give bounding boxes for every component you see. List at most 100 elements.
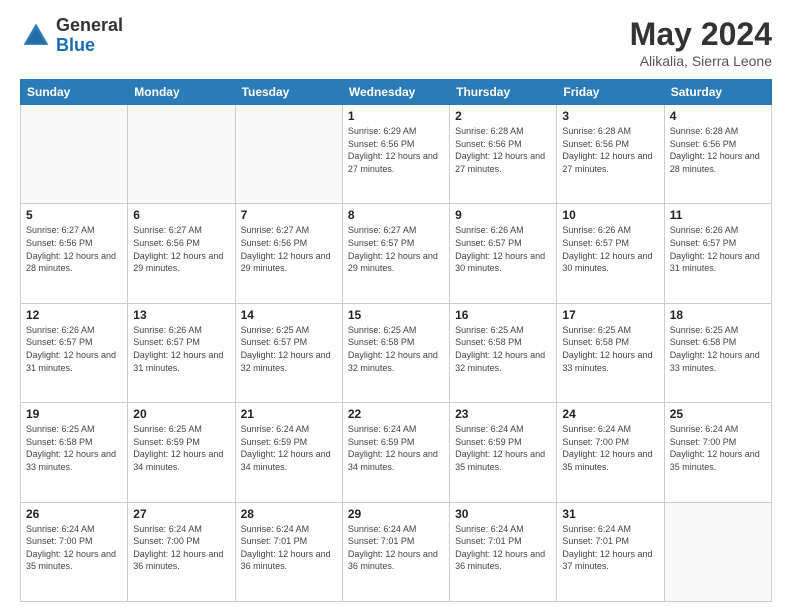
calendar-cell: 20 Sunrise: 6:25 AM Sunset: 6:59 PM Dayli… <box>128 403 235 502</box>
day-number: 31 <box>562 507 658 521</box>
day-number: 12 <box>26 308 122 322</box>
day-info: Sunrise: 6:26 AM Sunset: 6:57 PM Dayligh… <box>133 324 229 374</box>
week-row-5: 26 Sunrise: 6:24 AM Sunset: 7:00 PM Dayli… <box>21 502 772 601</box>
day-number: 13 <box>133 308 229 322</box>
col-saturday: Saturday <box>664 80 771 105</box>
calendar-cell: 24 Sunrise: 6:24 AM Sunset: 7:00 PM Dayli… <box>557 403 664 502</box>
logo-blue-text: Blue <box>56 36 123 56</box>
title-block: May 2024 Alikalia, Sierra Leone <box>630 16 772 69</box>
calendar-cell: 13 Sunrise: 6:26 AM Sunset: 6:57 PM Dayli… <box>128 303 235 402</box>
calendar: Sunday Monday Tuesday Wednesday Thursday… <box>20 79 772 602</box>
calendar-body: 1 Sunrise: 6:29 AM Sunset: 6:56 PM Daylig… <box>21 105 772 602</box>
col-sunday: Sunday <box>21 80 128 105</box>
week-row-2: 5 Sunrise: 6:27 AM Sunset: 6:56 PM Daylig… <box>21 204 772 303</box>
calendar-cell: 30 Sunrise: 6:24 AM Sunset: 7:01 PM Dayli… <box>450 502 557 601</box>
calendar-cell <box>21 105 128 204</box>
day-info: Sunrise: 6:28 AM Sunset: 6:56 PM Dayligh… <box>562 125 658 175</box>
header-row: Sunday Monday Tuesday Wednesday Thursday… <box>21 80 772 105</box>
day-number: 22 <box>348 407 444 421</box>
day-number: 5 <box>26 208 122 222</box>
day-info: Sunrise: 6:25 AM Sunset: 6:58 PM Dayligh… <box>455 324 551 374</box>
day-number: 6 <box>133 208 229 222</box>
calendar-cell: 3 Sunrise: 6:28 AM Sunset: 6:56 PM Daylig… <box>557 105 664 204</box>
col-tuesday: Tuesday <box>235 80 342 105</box>
day-info: Sunrise: 6:27 AM Sunset: 6:56 PM Dayligh… <box>133 224 229 274</box>
day-number: 15 <box>348 308 444 322</box>
calendar-cell: 21 Sunrise: 6:24 AM Sunset: 6:59 PM Dayli… <box>235 403 342 502</box>
day-info: Sunrise: 6:24 AM Sunset: 7:01 PM Dayligh… <box>241 523 337 573</box>
calendar-cell: 27 Sunrise: 6:24 AM Sunset: 7:00 PM Dayli… <box>128 502 235 601</box>
day-info: Sunrise: 6:27 AM Sunset: 6:56 PM Dayligh… <box>26 224 122 274</box>
calendar-cell: 19Sunrise: 6:25 AM Sunset: 6:58 PM Dayli… <box>21 403 128 502</box>
logo: General Blue <box>20 16 123 56</box>
day-info: Sunrise: 6:24 AM Sunset: 7:00 PM Dayligh… <box>133 523 229 573</box>
calendar-cell: 25Sunrise: 6:24 AM Sunset: 7:00 PM Dayli… <box>664 403 771 502</box>
calendar-cell: 23 Sunrise: 6:24 AM Sunset: 6:59 PM Dayli… <box>450 403 557 502</box>
day-info: Sunrise: 6:24 AM Sunset: 7:01 PM Dayligh… <box>348 523 444 573</box>
day-number: 3 <box>562 109 658 123</box>
main-title: May 2024 <box>630 16 772 53</box>
day-info: Sunrise: 6:27 AM Sunset: 6:57 PM Dayligh… <box>348 224 444 274</box>
day-number: 29 <box>348 507 444 521</box>
calendar-cell: 5 Sunrise: 6:27 AM Sunset: 6:56 PM Daylig… <box>21 204 128 303</box>
day-info: Sunrise: 6:28 AM Sunset: 6:56 PM Dayligh… <box>670 125 766 175</box>
day-number: 10 <box>562 208 658 222</box>
day-info: Sunrise: 6:25 AM Sunset: 6:58 PM Dayligh… <box>562 324 658 374</box>
day-number: 21 <box>241 407 337 421</box>
day-number: 27 <box>133 507 229 521</box>
day-info: Sunrise: 6:26 AM Sunset: 6:57 PM Dayligh… <box>670 224 766 274</box>
col-monday: Monday <box>128 80 235 105</box>
day-info: Sunrise: 6:24 AM Sunset: 7:01 PM Dayligh… <box>455 523 551 573</box>
calendar-cell: 17Sunrise: 6:25 AM Sunset: 6:58 PM Dayli… <box>557 303 664 402</box>
day-number: 14 <box>241 308 337 322</box>
calendar-cell: 9Sunrise: 6:26 AM Sunset: 6:57 PM Daylig… <box>450 204 557 303</box>
day-number: 11 <box>670 208 766 222</box>
day-number: 18 <box>670 308 766 322</box>
day-number: 7 <box>241 208 337 222</box>
day-number: 23 <box>455 407 551 421</box>
col-friday: Friday <box>557 80 664 105</box>
calendar-cell: 8 Sunrise: 6:27 AM Sunset: 6:57 PM Daylig… <box>342 204 449 303</box>
calendar-cell: 7 Sunrise: 6:27 AM Sunset: 6:56 PM Daylig… <box>235 204 342 303</box>
day-number: 20 <box>133 407 229 421</box>
day-info: Sunrise: 6:25 AM Sunset: 6:58 PM Dayligh… <box>670 324 766 374</box>
calendar-cell: 29 Sunrise: 6:24 AM Sunset: 7:01 PM Dayli… <box>342 502 449 601</box>
calendar-cell: 2Sunrise: 6:28 AM Sunset: 6:56 PM Daylig… <box>450 105 557 204</box>
day-number: 2 <box>455 109 551 123</box>
page: General Blue May 2024 Alikalia, Sierra L… <box>0 0 792 612</box>
day-number: 24 <box>562 407 658 421</box>
day-info: Sunrise: 6:26 AM Sunset: 6:57 PM Dayligh… <box>26 324 122 374</box>
day-info: Sunrise: 6:26 AM Sunset: 6:57 PM Dayligh… <box>455 224 551 274</box>
day-info: Sunrise: 6:24 AM Sunset: 7:00 PM Dayligh… <box>562 423 658 473</box>
day-info: Sunrise: 6:24 AM Sunset: 6:59 PM Dayligh… <box>455 423 551 473</box>
subtitle: Alikalia, Sierra Leone <box>630 53 772 69</box>
day-info: Sunrise: 6:27 AM Sunset: 6:56 PM Dayligh… <box>241 224 337 274</box>
day-number: 25 <box>670 407 766 421</box>
day-info: Sunrise: 6:29 AM Sunset: 6:56 PM Dayligh… <box>348 125 444 175</box>
logo-general: General <box>56 16 123 36</box>
day-number: 19 <box>26 407 122 421</box>
logo-text: General Blue <box>56 16 123 56</box>
calendar-cell: 14 Sunrise: 6:25 AM Sunset: 6:57 PM Dayli… <box>235 303 342 402</box>
day-info: Sunrise: 6:25 AM Sunset: 6:59 PM Dayligh… <box>133 423 229 473</box>
calendar-cell <box>235 105 342 204</box>
day-info: Sunrise: 6:25 AM Sunset: 6:57 PM Dayligh… <box>241 324 337 374</box>
day-number: 8 <box>348 208 444 222</box>
day-info: Sunrise: 6:24 AM Sunset: 6:59 PM Dayligh… <box>241 423 337 473</box>
calendar-cell: 31Sunrise: 6:24 AM Sunset: 7:01 PM Dayli… <box>557 502 664 601</box>
week-row-3: 12 Sunrise: 6:26 AM Sunset: 6:57 PM Dayli… <box>21 303 772 402</box>
day-number: 16 <box>455 308 551 322</box>
calendar-cell: 26 Sunrise: 6:24 AM Sunset: 7:00 PM Dayli… <box>21 502 128 601</box>
day-info: Sunrise: 6:24 AM Sunset: 7:00 PM Dayligh… <box>26 523 122 573</box>
day-number: 1 <box>348 109 444 123</box>
day-info: Sunrise: 6:24 AM Sunset: 6:59 PM Dayligh… <box>348 423 444 473</box>
day-info: Sunrise: 6:25 AM Sunset: 6:58 PM Dayligh… <box>348 324 444 374</box>
col-thursday: Thursday <box>450 80 557 105</box>
day-number: 30 <box>455 507 551 521</box>
col-wednesday: Wednesday <box>342 80 449 105</box>
calendar-cell: 16 Sunrise: 6:25 AM Sunset: 6:58 PM Dayli… <box>450 303 557 402</box>
week-row-1: 1 Sunrise: 6:29 AM Sunset: 6:56 PM Daylig… <box>21 105 772 204</box>
day-number: 26 <box>26 507 122 521</box>
calendar-header: Sunday Monday Tuesday Wednesday Thursday… <box>21 80 772 105</box>
day-info: Sunrise: 6:26 AM Sunset: 6:57 PM Dayligh… <box>562 224 658 274</box>
